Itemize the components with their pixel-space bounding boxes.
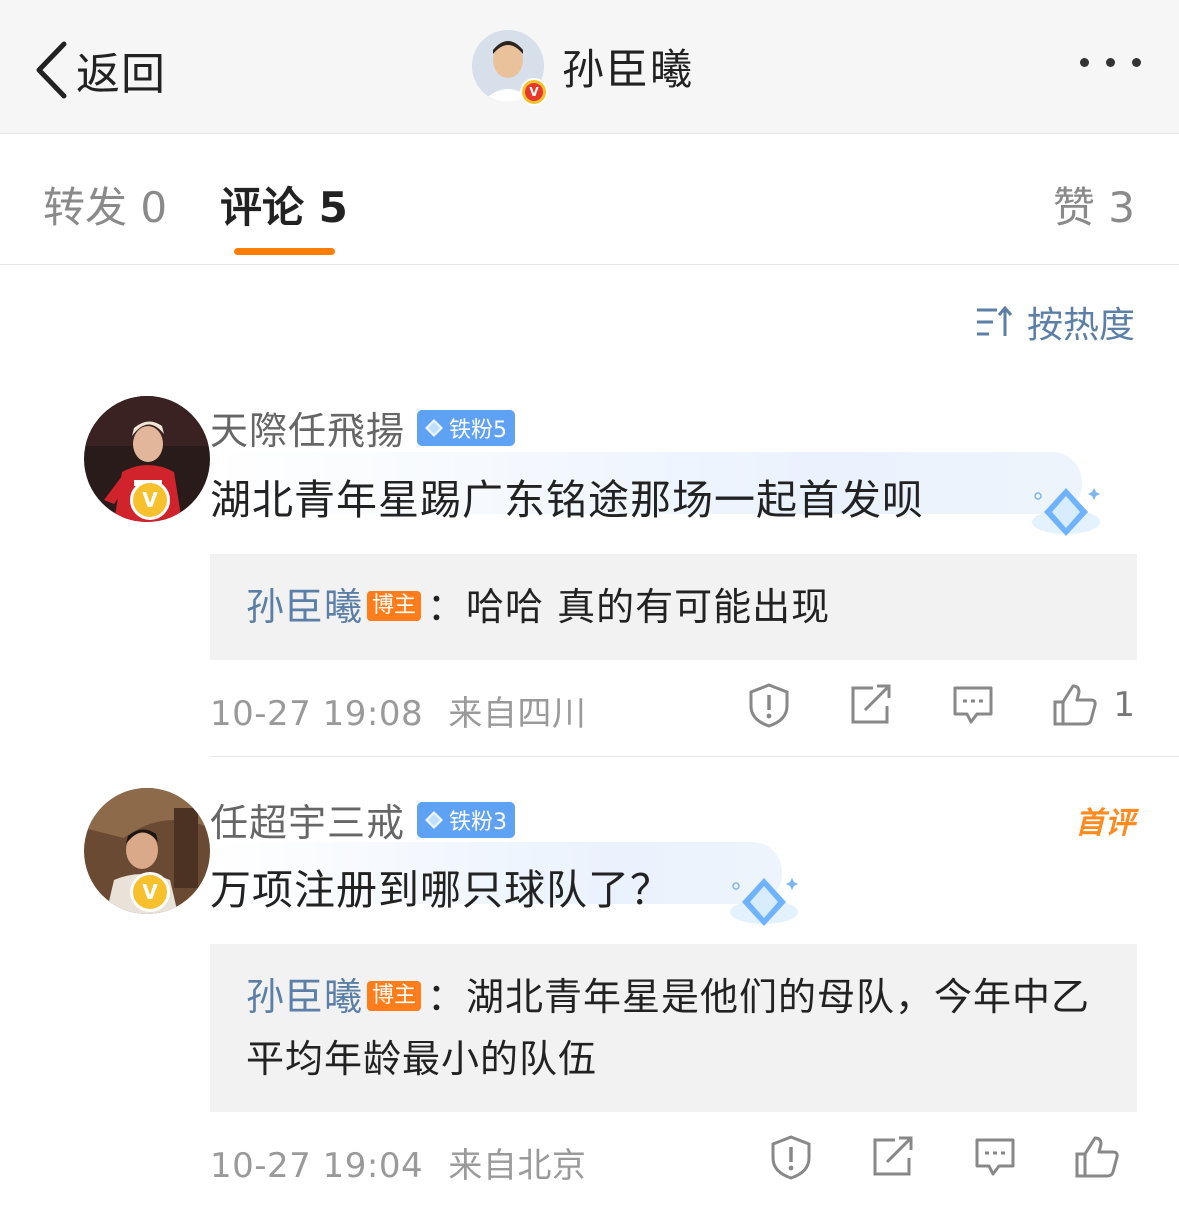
- diamond-icon: [730, 878, 798, 926]
- verified-badge: V: [130, 872, 170, 912]
- first-comment-tag: 首评: [1075, 806, 1135, 841]
- reply-author-name[interactable]: 孙臣曦: [246, 585, 363, 629]
- reply-button[interactable]: [951, 684, 995, 726]
- more-options-button[interactable]: [1080, 58, 1141, 67]
- reply-author-name[interactable]: 孙臣曦: [246, 975, 363, 1019]
- tab-likes[interactable]: 赞 3: [1053, 174, 1135, 235]
- sort-label: 按热度: [1026, 305, 1135, 346]
- commenter-avatar[interactable]: V: [42, 396, 210, 522]
- sort-by-hot-button[interactable]: 按热度: [975, 296, 1135, 348]
- more-dots-icon: [1080, 58, 1089, 67]
- like-icon: [1075, 1136, 1119, 1178]
- comment-text: 万项注册到哪只球队了？: [210, 866, 672, 914]
- host-badge: 博主: [367, 981, 422, 1011]
- author-name[interactable]: 孙臣曦: [562, 36, 694, 97]
- comment-time: 10-27 19:04: [210, 1146, 424, 1186]
- comment-location: 来自四川: [448, 694, 587, 734]
- author-reply[interactable]: 孙臣曦 博主 ：哈哈 真的有可能出现: [210, 554, 1137, 660]
- verified-badge: V: [130, 480, 170, 520]
- reply-text: ：哈哈 真的有可能出现: [427, 585, 831, 629]
- like-icon: [1053, 684, 1098, 726]
- diamond-icon: [425, 810, 444, 829]
- author-profile[interactable]: V 孙臣曦: [472, 30, 694, 106]
- comment-icon: [975, 1138, 1015, 1176]
- tab-repost[interactable]: 转发 0: [43, 174, 167, 235]
- tab-comments[interactable]: 评论 5: [220, 174, 348, 235]
- share-button[interactable]: [849, 684, 893, 726]
- comment-time: 10-27 19:08: [210, 694, 424, 734]
- reply-button[interactable]: [973, 1136, 1017, 1178]
- host-badge: 博主: [367, 591, 422, 621]
- author-reply[interactable]: 孙臣曦 博主 ：湖北青年星是他们的母队，今年中乙平均年龄最小的队伍: [210, 944, 1137, 1112]
- fan-badge: 铁粉5: [417, 409, 516, 446]
- report-button[interactable]: [769, 1134, 813, 1180]
- commenter-name[interactable]: 任超宇三戒 铁粉3: [210, 792, 516, 847]
- fan-badge: 铁粉3: [417, 801, 516, 838]
- comment-icon: [953, 686, 993, 724]
- comment-actions: [769, 1134, 1135, 1180]
- back-button[interactable]: 返回: [34, 38, 166, 102]
- comment-divider: [210, 756, 1179, 757]
- active-tab-indicator: [234, 248, 335, 255]
- report-button[interactable]: [747, 682, 791, 728]
- report-icon: [749, 683, 789, 728]
- comment-meta: 10-27 19:04 来自北京: [210, 1138, 586, 1187]
- share-button[interactable]: [871, 1136, 915, 1178]
- share-icon: [851, 684, 891, 724]
- diamond-icon: [1032, 488, 1100, 536]
- comment-actions: 1: [747, 682, 1135, 728]
- sort-icon: [976, 305, 1013, 336]
- commenter-name[interactable]: 天際任飛揚 铁粉5: [210, 400, 516, 455]
- share-icon: [873, 1136, 913, 1176]
- author-avatar[interactable]: V: [472, 30, 548, 106]
- report-icon: [771, 1135, 811, 1180]
- commenter-avatar[interactable]: V: [42, 788, 210, 914]
- verified-badge: V: [520, 78, 548, 106]
- comment-meta: 10-27 19:08 来自四川: [210, 686, 586, 735]
- back-label: 返回: [76, 49, 166, 100]
- like-count: 1: [1113, 685, 1135, 725]
- back-chevron-icon: [36, 41, 67, 99]
- like-button[interactable]: 1: [1051, 682, 1135, 728]
- like-button[interactable]: [1073, 1134, 1135, 1180]
- comment-text: 湖北青年星踢广东铭途那场一起首发呗: [210, 476, 924, 524]
- top-navigation-bar: 返回 V 孙臣曦: [0, 0, 1179, 134]
- tab-bar: 转发 0 评论 5 赞 3: [0, 134, 1179, 265]
- comment-location: 来自北京: [448, 1146, 587, 1186]
- diamond-icon: [425, 418, 444, 437]
